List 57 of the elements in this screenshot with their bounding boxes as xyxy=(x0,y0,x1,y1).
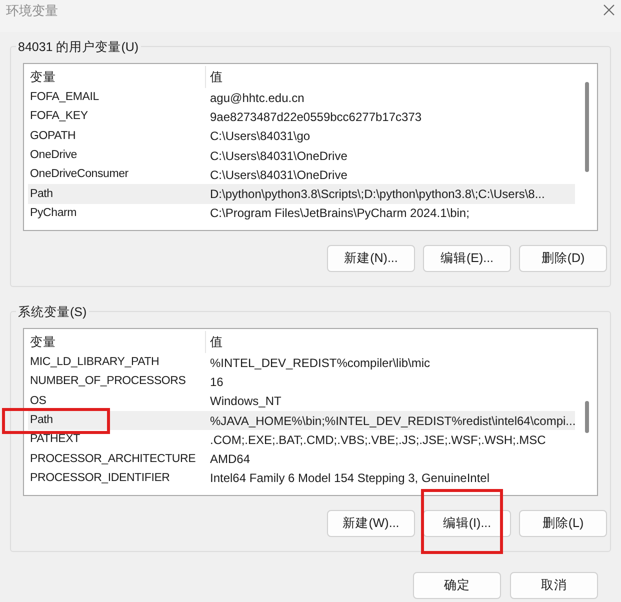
variable-row[interactable]: MIC_LD_LIBRARY_PATH %INTEL_DEV_REDIST%compiler\lib\mic xyxy=(28,353,575,372)
variable-row[interactable]: PROCESSOR_ARCHITECTURE AMD64 xyxy=(28,449,575,469)
variable-row[interactable]: OneDrive C:\Users\84031\OneDrive xyxy=(28,146,575,166)
variable-row[interactable]: FOFA_EMAIL agu@hhtc.edu.cn xyxy=(28,88,575,108)
variable-value: Windows_NT xyxy=(209,393,282,410)
variable-name: OS xyxy=(29,394,48,409)
group-title: 系统变量(S) xyxy=(16,303,89,322)
variable-row[interactable]: PyCharm C:\Program Files\JetBrains\PyCharm 2024.1\bin; xyxy=(28,204,575,224)
group-title: 84031 的用户变量(U) xyxy=(16,38,141,57)
variable-value: .COM;.EXE;.BAT;.CMD;.VBS;.VBE;.JS;.JSE;.WSF;.WSH;.MSC xyxy=(209,432,546,449)
variable-row[interactable]: Path %JAVA_HOME%\bin;%INTEL_DEV_REDIST%redist\intel64\compi... xyxy=(28,410,575,430)
variable-value: %INTEL_DEV_REDIST%compiler\lib\mic xyxy=(209,354,430,372)
variable-value: agu@hhtc.edu.cn xyxy=(209,90,304,107)
variable-name: GOPATH xyxy=(29,128,77,144)
variable-name: PATHEXT xyxy=(29,432,81,448)
variable-value: C:\Program Files\JetBrains\PyCharm 2024.1\bin; xyxy=(209,205,470,222)
variable-row[interactable]: Path D:\python\python3.8\Scripts\;D:\python\python3.8\;C:\Users\8... xyxy=(28,184,575,204)
column-header[interactable]: 值 xyxy=(206,68,223,86)
variable-name: NUMBER_OF_PROCESSORS xyxy=(29,374,187,390)
variable-row[interactable]: OneDriveConsumer C:\Users\84031\OneDrive xyxy=(28,165,575,184)
dialog-button[interactable]: 取消 xyxy=(510,572,598,599)
variable-name: OneDrive xyxy=(29,148,78,163)
variable-row[interactable]: OS Windows_NT xyxy=(28,392,575,411)
variable-name: PyCharm xyxy=(29,206,78,221)
variable-name: FOFA_KEY xyxy=(29,109,89,124)
variable-value: 16 xyxy=(209,374,224,391)
variable-value: Intel64 Family 6 Model 154 Stepping 3, GenuineIntel xyxy=(209,470,490,488)
variable-row[interactable]: PROCESSOR_IDENTIFIER Intel64 Family 6 Model 154 Stepping 3, GenuineIntel xyxy=(28,468,575,488)
variable-row[interactable]: GOPATH C:\Users\84031\go xyxy=(28,126,575,146)
variable-value: C:\Users\84031\go xyxy=(209,128,310,146)
variable-value: C:\Users\84031\OneDrive xyxy=(209,148,348,165)
dialog-button[interactable]: 确定 xyxy=(413,572,501,599)
variable-name: MIC_LD_LIBRARY_PATH xyxy=(29,355,160,370)
variable-row[interactable]: PATHEXT .COM;.EXE;.BAT;.CMD;.VBS;.VBE;.JS;.JSE;.WSF;.WSH;.MSC xyxy=(28,430,575,450)
variable-row[interactable]: NUMBER_OF_PROCESSORS 16 xyxy=(28,372,575,392)
variable-value: 9ae8273487d22e0559bcc6277b17c373 xyxy=(209,108,422,126)
column-header[interactable]: 变量 xyxy=(28,66,206,88)
variable-name: FOFA_EMAIL xyxy=(29,90,100,106)
variable-name: Path xyxy=(29,412,54,428)
dialog-button[interactable]: 新建(N)... xyxy=(327,245,415,272)
dialog-button[interactable]: 删除(D) xyxy=(519,245,607,272)
dialog-button[interactable]: 新建(W)... xyxy=(327,510,415,537)
column-header[interactable]: 变量 xyxy=(28,331,206,353)
variable-name: PROCESSOR_IDENTIFIER xyxy=(29,470,171,486)
variable-value: D:\python\python3.8\Scripts\;D:\python\python3.8\;C:\Users\8... xyxy=(209,186,545,204)
variable-value: AMD64 xyxy=(209,451,250,468)
variable-name: PROCESSOR_ARCHITECTURE xyxy=(29,452,197,466)
variable-row[interactable]: FOFA_KEY 9ae8273487d22e0559bcc6277b17c373 xyxy=(28,107,575,127)
variable-value: %JAVA_HOME%\bin;%INTEL_DEV_REDIST%redist\intel64\compi... xyxy=(209,412,576,430)
dialog-button[interactable]: 编辑(E)... xyxy=(423,245,511,272)
column-header[interactable]: 值 xyxy=(206,332,223,352)
dialog-button[interactable]: 删除(L) xyxy=(519,510,607,537)
variable-value: C:\Users\84031\OneDrive xyxy=(209,166,348,184)
variable-name: Path xyxy=(29,186,54,202)
variable-name: OneDriveConsumer xyxy=(29,167,130,182)
dialog-button[interactable]: 编辑(I)... xyxy=(423,510,511,537)
window-title: 环境变量 xyxy=(6,2,58,20)
